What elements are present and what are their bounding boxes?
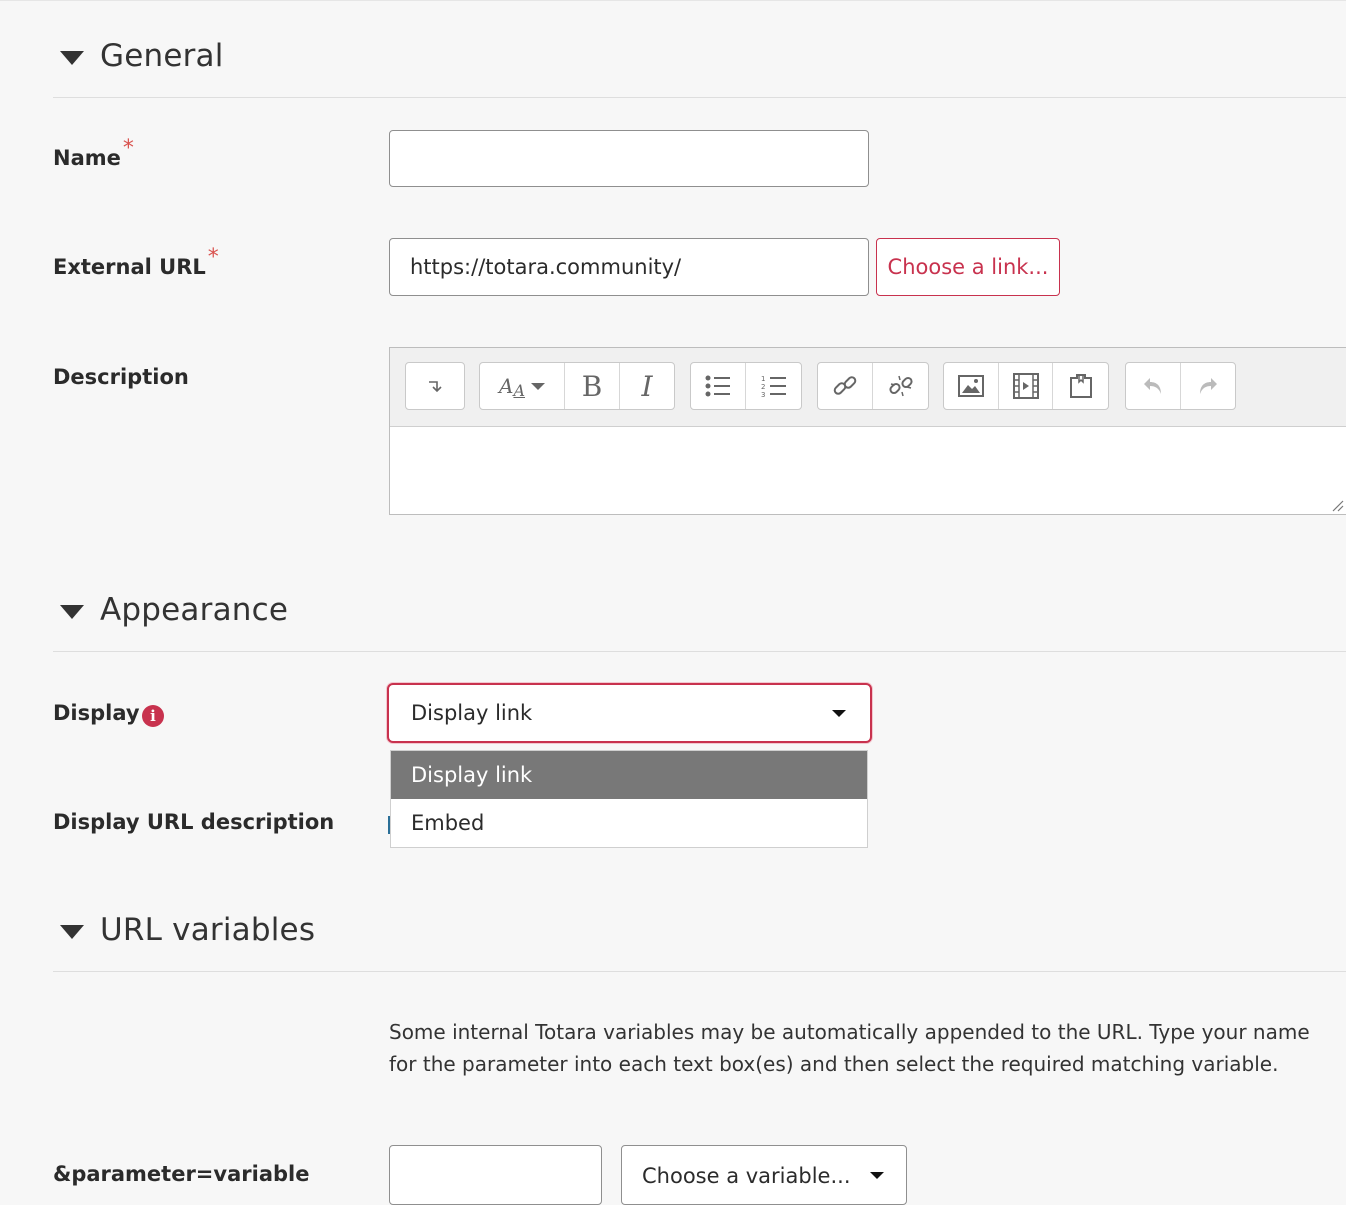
chevron-down-icon [832,710,846,717]
variable-select[interactable]: Choose a variable... [621,1145,907,1205]
link-icon[interactable] [818,363,873,409]
toolbar-group-links [817,362,929,410]
section-divider [53,97,1346,98]
media-icon[interactable] [999,363,1054,409]
bold-icon[interactable]: B [565,363,620,409]
info-icon[interactable]: i [142,705,164,727]
section-title: General [100,38,224,74]
external-url-input[interactable] [389,238,869,296]
chevron-down-icon [870,1172,884,1179]
toolbar-group-lists: 123 [690,362,802,410]
variable-select-value: Choose a variable... [642,1164,851,1188]
italic-icon[interactable]: I [620,363,674,409]
editor-toolbar: AA B I 123 [390,348,1346,427]
unlink-icon[interactable] [873,363,928,409]
image-icon[interactable] [944,363,999,409]
section-title: Appearance [100,592,289,628]
display-options-list: Display link Embed [390,750,868,848]
description-textarea[interactable] [390,427,1346,513]
collapse-icon[interactable] [406,363,464,409]
parameter-name-input[interactable] [389,1145,602,1205]
section-title: URL variables [100,912,316,948]
name-input[interactable] [389,130,869,187]
option-display-link[interactable]: Display link [391,751,867,799]
url-variables-help-text: Some internal Totara variables may be au… [389,1020,1310,1076]
toolbar-group-collapse [405,362,465,410]
section-divider [53,651,1346,652]
top-divider [0,0,1346,1]
display-select-value: Display link [411,701,533,725]
manage-files-icon[interactable] [1053,363,1108,409]
name-label-text: Name [53,146,121,170]
display-url-description-label: Display URL description [53,810,335,834]
caret-down-icon [60,925,84,939]
external-url-label: External URL* [53,245,219,280]
font-size-icon[interactable]: AA [480,363,565,409]
description-editor: AA B I 123 [389,347,1346,515]
section-url-variables-toggle[interactable]: URL variables [60,912,315,948]
section-appearance-toggle[interactable]: Appearance [60,592,288,628]
display-label: Display [53,701,140,725]
svg-text:1: 1 [761,375,765,383]
ordered-list-icon[interactable]: 123 [746,363,801,409]
choose-link-button[interactable]: Choose a link... [876,238,1060,296]
display-select[interactable]: Display link [387,683,872,743]
option-embed[interactable]: Embed [391,799,867,847]
checkbox-edge[interactable] [388,816,390,834]
caret-down-icon [60,51,84,65]
section-divider [53,971,1346,972]
toolbar-group-text: AA B I [479,362,675,410]
name-label: Name* [53,136,134,171]
svg-text:3: 3 [761,391,765,399]
external-url-label-text: External URL [53,255,206,279]
unordered-list-icon[interactable] [691,363,746,409]
required-icon: * [207,245,219,270]
parameter-label: &parameter=variable [53,1162,310,1186]
undo-icon[interactable] [1126,363,1181,409]
redo-icon[interactable] [1181,363,1235,409]
svg-text:2: 2 [761,383,765,391]
toolbar-group-history [1125,362,1236,410]
section-general-toggle[interactable]: General [60,38,224,74]
required-icon: * [122,136,134,161]
toolbar-group-media [943,362,1109,410]
description-label: Description [53,365,189,389]
caret-down-icon [60,605,84,619]
resize-handle-icon[interactable] [1332,500,1344,512]
